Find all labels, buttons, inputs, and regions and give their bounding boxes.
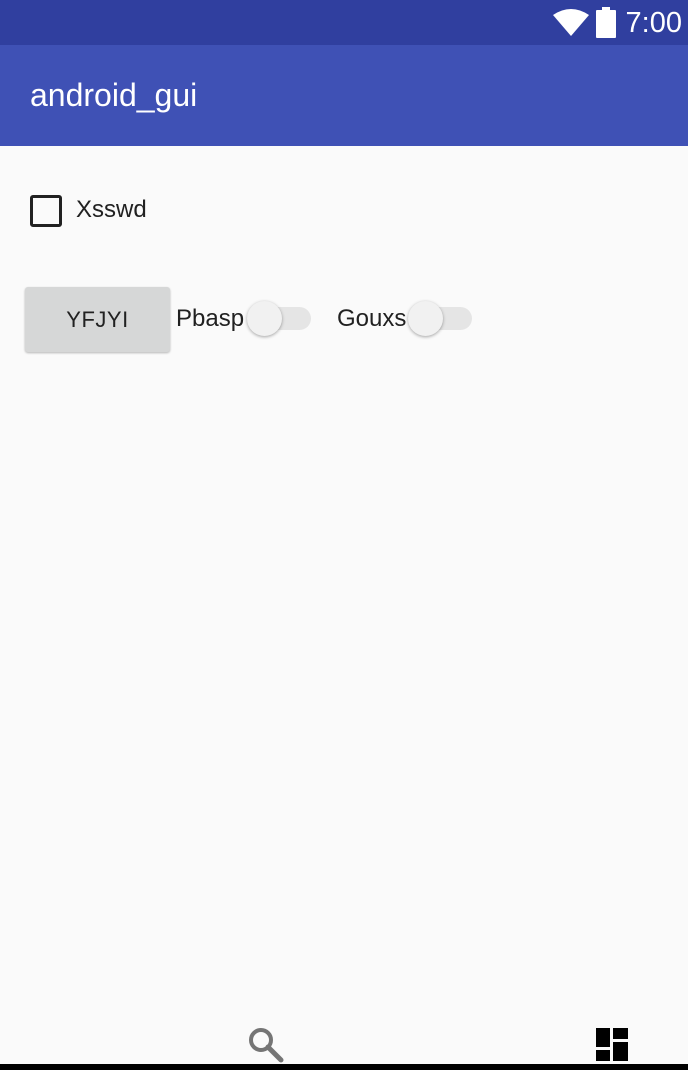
app-bar: android_gui: [0, 45, 688, 146]
wifi-icon: [553, 9, 589, 36]
yfjyi-button[interactable]: YFJYI: [25, 287, 170, 352]
app-screen: 7:00 android_gui Xsswd YFJYI Pbasp Gouxs: [0, 0, 688, 1070]
switch-thumb[interactable]: [247, 301, 282, 336]
search-icon[interactable]: [248, 1027, 284, 1063]
checkbox-label: Xsswd: [76, 196, 147, 223]
battery-icon: [596, 7, 616, 38]
navigation-bar-strip: [0, 1064, 688, 1070]
dashboard-icon[interactable]: [596, 1028, 628, 1061]
switch-label-pbasp: Pbasp: [176, 305, 245, 332]
status-bar: 7:00: [0, 0, 688, 45]
app-title: android_gui: [30, 77, 198, 113]
checkbox-box[interactable]: [30, 195, 62, 227]
status-time: 7:00: [625, 7, 682, 39]
bottom-icon-bar: [0, 1020, 688, 1064]
switch-thumb[interactable]: [408, 301, 443, 336]
switch-label-gouxs: Gouxs: [337, 305, 407, 332]
checkbox-xsswd[interactable]: Xsswd: [30, 193, 230, 227]
